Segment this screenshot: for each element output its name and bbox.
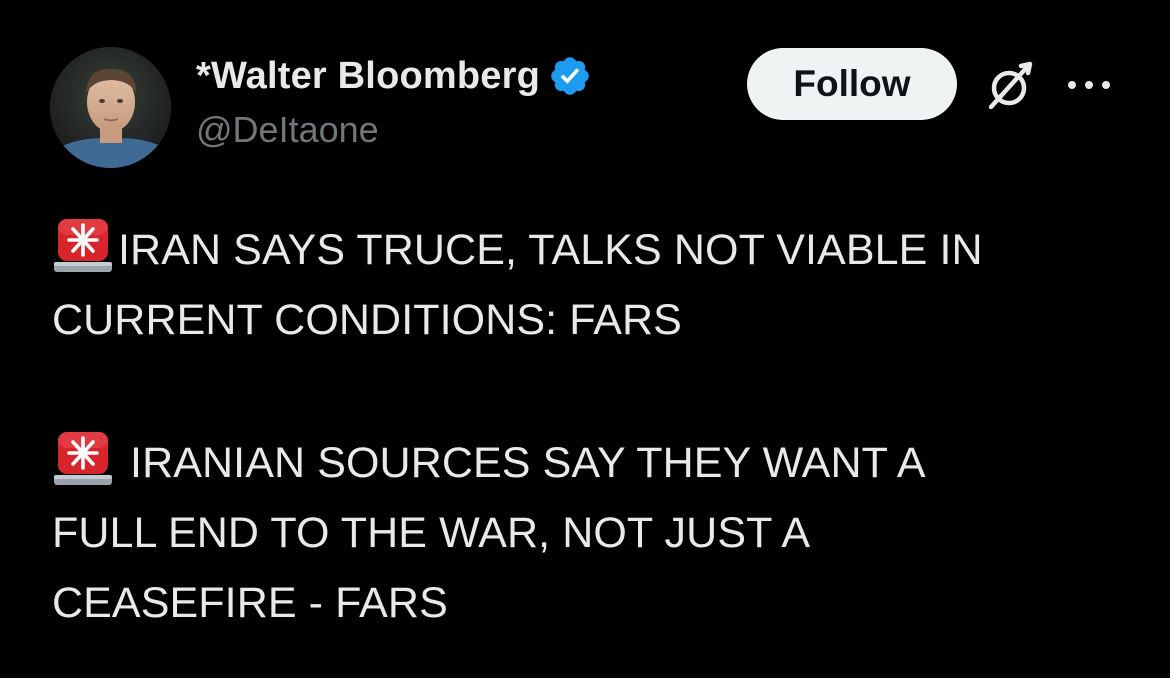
police-car-light-icon xyxy=(52,212,114,274)
tweet-line: FULL END TO THE WAR, NOT JUST A xyxy=(52,509,811,557)
police-car-light-icon xyxy=(52,425,114,487)
more-options-icon[interactable] xyxy=(1065,75,1113,95)
tweet-line: CEASEFIRE - FARS xyxy=(52,579,448,627)
tweet-line: IRANIAN SOURCES SAY THEY WANT A xyxy=(118,439,926,487)
avatar[interactable] xyxy=(50,47,171,168)
tweet-paragraph-2: IRANIAN SOURCES SAY THEY WANT A FULL END… xyxy=(52,425,1142,638)
grok-icon[interactable] xyxy=(981,57,1039,115)
tweet-header: *Walter Bloomberg @DeItaone Follow xyxy=(50,45,1130,170)
author-handle[interactable]: @DeItaone xyxy=(196,109,592,151)
follow-button[interactable]: Follow xyxy=(747,48,957,120)
verified-badge-icon[interactable] xyxy=(548,54,592,98)
profile-photo-icon xyxy=(50,47,171,168)
tweet-text: IRAN SAYS TRUCE, TALKS NOT VIABLE IN CUR… xyxy=(52,212,1142,638)
tweet-line: CURRENT CONDITIONS: FARS xyxy=(52,296,682,344)
author-identity: *Walter Bloomberg @DeItaone xyxy=(196,53,592,151)
tweet-paragraph-1: IRAN SAYS TRUCE, TALKS NOT VIABLE IN CUR… xyxy=(52,212,1142,355)
tweet-line: IRAN SAYS TRUCE, TALKS NOT VIABLE IN xyxy=(118,226,983,274)
author-display-name[interactable]: *Walter Bloomberg xyxy=(196,55,540,98)
name-row: *Walter Bloomberg xyxy=(196,53,592,99)
